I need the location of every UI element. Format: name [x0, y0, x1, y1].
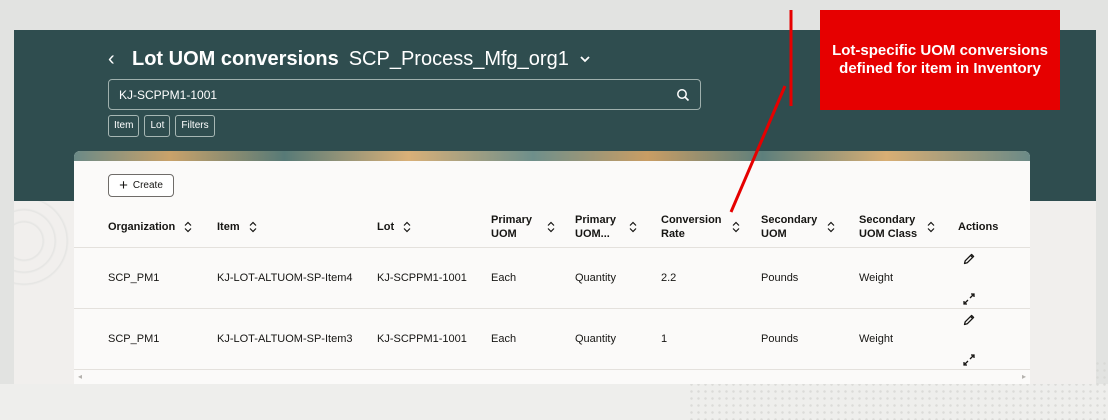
page-title: Lot UOM conversions: [132, 47, 339, 70]
sort-icon[interactable]: [248, 221, 258, 233]
row-actions: [957, 252, 981, 306]
row-actions: [957, 313, 981, 367]
column-header-conversion-rate[interactable]: Conversion Rate: [661, 205, 741, 248]
column-header-secondary-uom[interactable]: Secondary UOM: [761, 205, 836, 248]
column-label-line1: Primary: [575, 213, 616, 226]
cell-conversion-rate: 2.2: [661, 272, 677, 284]
sort-icon[interactable]: [402, 221, 412, 233]
column-label-line1: Secondary: [761, 213, 818, 226]
column-label-line1: Conversion: [661, 213, 722, 226]
column-label-line2: UOM: [491, 227, 517, 240]
column-label: Organization: [108, 220, 176, 233]
cell-item: KJ-LOT-ALTUOM-SP-Item3: [217, 333, 353, 345]
column-header-lot[interactable]: Lot: [377, 205, 412, 248]
expand-icon[interactable]: [962, 353, 976, 367]
cell-secondary-uom-class: Weight: [859, 333, 894, 345]
expand-icon[interactable]: [962, 292, 976, 306]
filter-chip-filters[interactable]: Filters: [175, 115, 215, 137]
results-card: + Create Organization Item Lot Primary UO…: [74, 151, 1030, 384]
cell-secondary-uom-class: Weight: [859, 272, 894, 284]
sort-icon[interactable]: [826, 221, 836, 233]
search-input[interactable]: [119, 87, 676, 102]
cell-lot: KJ-SCPPM1-1001: [377, 333, 467, 345]
column-label: Lot: [377, 220, 395, 233]
edit-icon[interactable]: [962, 313, 976, 327]
column-header-item[interactable]: Item: [217, 205, 258, 248]
cell-primary-uom-class: Quantity: [575, 272, 616, 284]
sort-icon[interactable]: [546, 221, 556, 233]
column-label: Actions: [958, 220, 999, 233]
decorative-banner: [74, 151, 1030, 161]
chevron-left-icon[interactable]: ‹: [108, 49, 122, 69]
column-label-line1: Primary: [491, 213, 532, 226]
column-label-line2: UOM...: [575, 227, 610, 240]
filter-chip-lot[interactable]: Lot: [144, 115, 171, 137]
callout-text: Lot-specific UOM conversions defined for…: [832, 42, 1048, 77]
cell-secondary-uom: Pounds: [761, 272, 799, 284]
create-button[interactable]: + Create: [108, 174, 174, 197]
cell-primary-uom: Each: [491, 333, 517, 345]
decorative-swirl: [14, 201, 74, 384]
filter-chip-item[interactable]: Item: [108, 115, 140, 137]
cell-organization: SCP_PM1: [108, 272, 160, 284]
table-row[interactable]: SCP_PM1 KJ-LOT-ALTUOM-SP-Item3 KJ-SCPPM1…: [74, 309, 1030, 370]
cell-item: KJ-LOT-ALTUOM-SP-Item4: [217, 272, 353, 284]
filter-chips: Item Lot Filters: [108, 115, 215, 137]
cell-organization: SCP_PM1: [108, 333, 160, 345]
scroll-right-icon[interactable]: ▸: [1022, 372, 1026, 381]
scroll-left-icon[interactable]: ◂: [78, 372, 82, 381]
column-label-line2: UOM: [761, 227, 787, 240]
create-button-label: Create: [132, 180, 163, 191]
cell-conversion-rate: 1: [661, 333, 668, 345]
table-row[interactable]: SCP_PM1 KJ-LOT-ALTUOM-SP-Item4 KJ-SCPPM1…: [74, 248, 1030, 309]
callout-annotation: Lot-specific UOM conversions defined for…: [820, 10, 1060, 110]
sort-icon[interactable]: [926, 221, 936, 233]
table-header: Organization Item Lot Primary UOM Primary…: [74, 205, 1030, 248]
plus-icon: +: [119, 176, 128, 194]
cell-primary-uom: Each: [491, 272, 517, 284]
chevron-down-icon[interactable]: [579, 53, 591, 65]
cell-primary-uom-class: Quantity: [575, 333, 616, 345]
organization-switcher[interactable]: SCP_Process_Mfg_org1: [349, 48, 569, 71]
search-field[interactable]: [108, 79, 701, 110]
cell-secondary-uom: Pounds: [761, 333, 799, 345]
column-header-organization[interactable]: Organization: [108, 205, 193, 248]
title-row: ‹ Lot UOM conversions SCP_Process_Mfg_or…: [108, 46, 591, 72]
column-label-line1: Secondary: [859, 213, 916, 226]
sort-icon[interactable]: [731, 221, 741, 233]
column-label-line2: Rate: [661, 227, 685, 240]
sort-icon[interactable]: [628, 221, 638, 233]
column-header-secondary-uom-class[interactable]: Secondary UOM Class: [859, 205, 936, 248]
column-label-line2: UOM Class: [859, 227, 918, 240]
search-icon[interactable]: [676, 88, 690, 102]
column-header-primary-uom[interactable]: Primary UOM: [491, 205, 556, 248]
column-header-actions: Actions: [958, 205, 998, 248]
column-label: Item: [217, 220, 240, 233]
edit-icon[interactable]: [962, 252, 976, 266]
horizontal-scrollbar[interactable]: ◂ ▸: [74, 371, 1030, 384]
column-header-primary-uom-class[interactable]: Primary UOM...: [575, 205, 638, 248]
sort-icon[interactable]: [183, 221, 193, 233]
cell-lot: KJ-SCPPM1-1001: [377, 272, 467, 284]
